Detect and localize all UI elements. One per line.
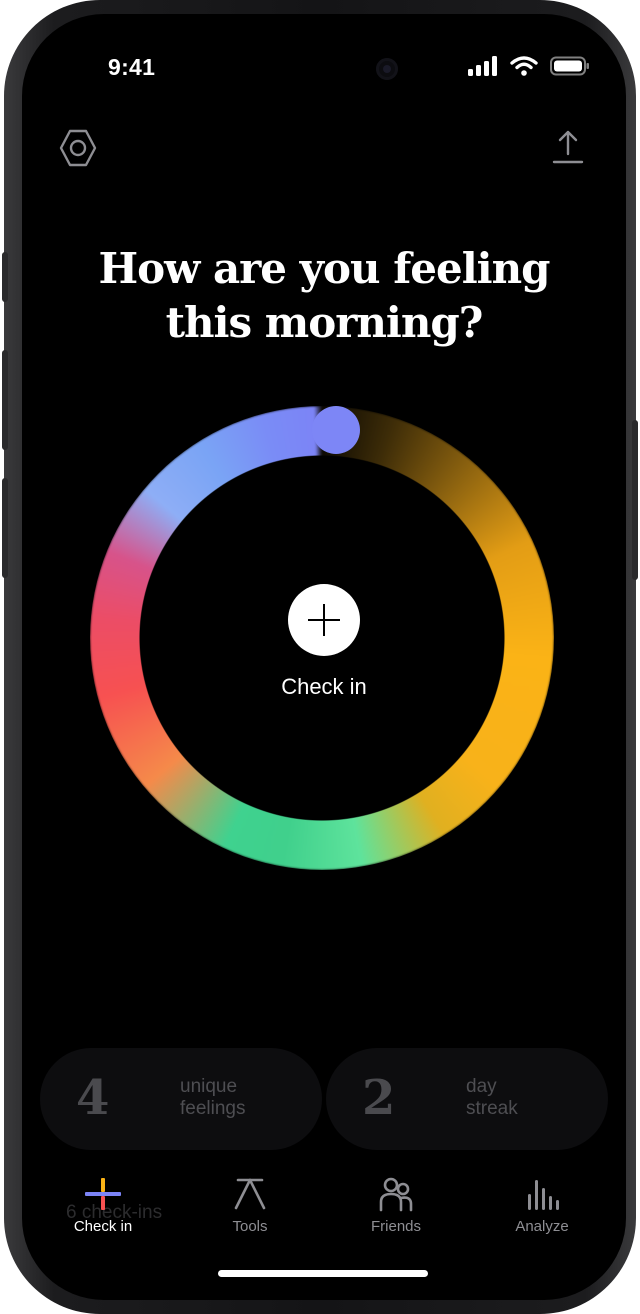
check-in-plus-icon: [85, 1178, 121, 1210]
screen: 9:41 How are you feeling this morning? C…: [22, 14, 626, 1300]
hexagon-settings-icon[interactable]: [58, 128, 98, 168]
title-line-2: this morning?: [165, 298, 484, 347]
status-time: 9:41: [108, 54, 156, 80]
friends-icon: [379, 1177, 413, 1212]
tab-analyze[interactable]: Analyze: [487, 1174, 597, 1254]
signal-icon: [468, 56, 497, 76]
volume-down-button: [2, 478, 8, 578]
tab-check-in[interactable]: Check in: [48, 1174, 158, 1254]
day-streak-card[interactable]: 2 day streak: [326, 1048, 608, 1150]
stat-label-line: day: [466, 1076, 497, 1097]
bar-chart-icon: [528, 1180, 559, 1210]
stat-value: 4: [76, 1070, 110, 1126]
power-button: [632, 420, 638, 580]
phone-frame: 9:41 How are you feeling this morning? C…: [2, 0, 638, 1314]
front-camera: [376, 58, 398, 80]
tab-label: Tools: [232, 1218, 268, 1235]
check-in-label: Check in: [281, 674, 367, 699]
stat-label: day streak: [466, 1076, 518, 1120]
stat-value: 2: [362, 1070, 396, 1126]
tab-friends[interactable]: Friends: [341, 1174, 451, 1254]
mood-ring-cap: [312, 406, 360, 454]
status-bar: 9:41: [22, 14, 626, 104]
share-icon[interactable]: [548, 128, 588, 168]
battery-icon: [550, 56, 589, 76]
stat-label-line: feelings: [180, 1098, 246, 1119]
tab-label: Analyze: [515, 1218, 569, 1235]
volume-up-button: [2, 350, 8, 450]
unique-feelings-card[interactable]: 4 unique feelings: [40, 1048, 322, 1150]
action-button: [2, 252, 8, 302]
stat-label: unique feelings: [180, 1076, 246, 1120]
status-icons: [468, 56, 590, 76]
tab-bar: Check in Tools Friends Analyze: [22, 1174, 626, 1254]
check-in-button[interactable]: [288, 584, 360, 656]
tab-label: Check in: [73, 1218, 133, 1235]
stat-label-line: streak: [466, 1098, 518, 1119]
title-line-1: How are you feeling: [98, 244, 550, 293]
stat-label-line: unique: [180, 1076, 238, 1097]
tab-tools[interactable]: Tools: [195, 1174, 305, 1254]
page-title: How are you feeling this morning?: [22, 242, 626, 350]
tab-label: Friends: [370, 1218, 422, 1235]
tools-icon: [234, 1178, 266, 1210]
home-indicator[interactable]: [218, 1270, 428, 1277]
wifi-icon: [510, 56, 538, 76]
